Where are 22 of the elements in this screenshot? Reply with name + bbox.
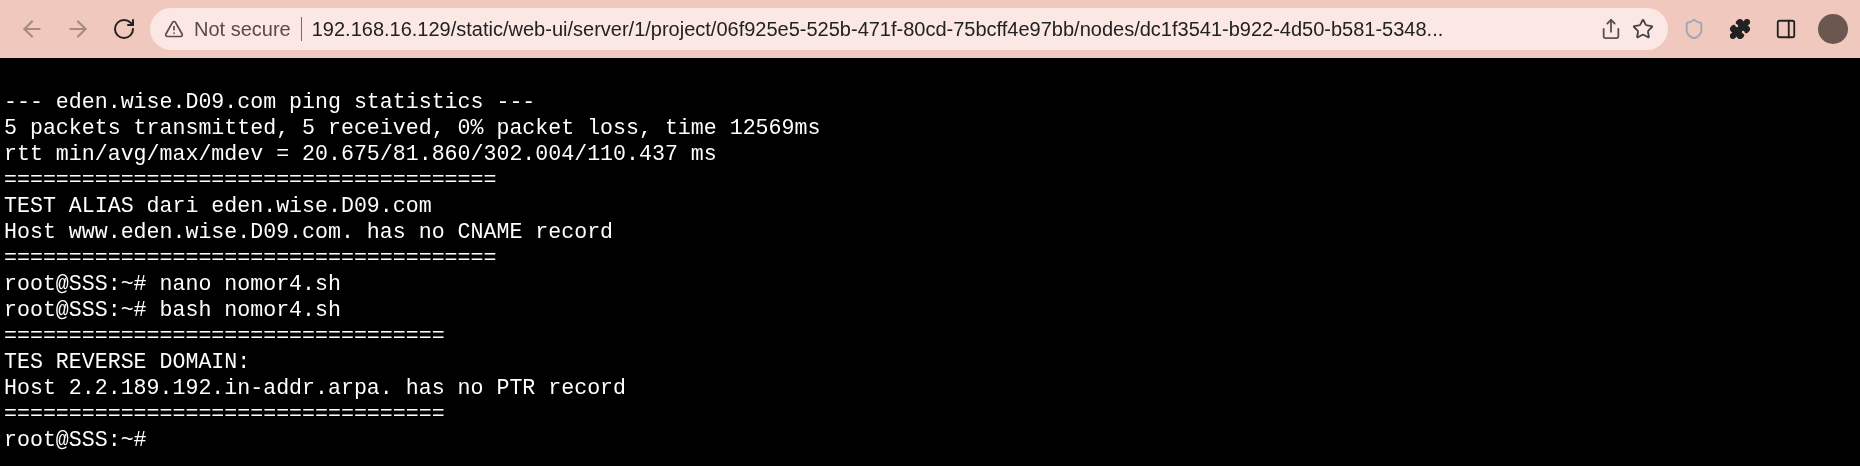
bookmark-star-icon[interactable]: [1632, 18, 1654, 40]
terminal-line: root@SSS:~# bash nomor4.sh: [4, 297, 342, 323]
terminal-line: ==================================: [4, 401, 446, 427]
address-bar[interactable]: Not secure 192.168.16.129/static/web-ui/server/1/project/06f925e5-525b-471f-80cd-75bcff4e97bb/nodes/dc1f3541-b922-4d50-b581-5348...: [150, 8, 1668, 50]
terminal-line: TES REVERSE DOMAIN:: [4, 349, 252, 375]
security-label: Not secure: [194, 17, 291, 41]
terminal-line: 5 packets transmitted, 5 received, 0% packet loss, time 12569ms: [4, 115, 822, 141]
terminal-line: ======================================: [4, 245, 498, 271]
url-text: 192.168.16.129/static/web-ui/server/1/project/06f925e5-525b-471f-80cd-75bcff4e97bb/nodes/dc1f3541-b922-4d50-b581-5348...: [311, 17, 1445, 41]
terminal-line: --- eden.wise.D09.com ping statistics ---: [4, 89, 537, 115]
terminal-line: Host 2.2.189.192.in-addr.arpa. has no PTR record: [4, 375, 627, 401]
terminal-line: ==================================: [4, 323, 446, 349]
terminal-line: ======================================: [4, 167, 498, 193]
warning-icon: [164, 19, 184, 39]
reload-icon: [112, 17, 136, 41]
terminal-line: Host www.eden.wise.D09.com. has no CNAME record: [4, 219, 615, 245]
profile-avatar[interactable]: [1818, 14, 1848, 44]
terminal-line: root@SSS:~# nano nomor4.sh: [4, 271, 342, 297]
terminal-line: rtt min/avg/max/mdev = 20.675/81.860/302.004/110.437 ms: [4, 141, 718, 167]
terminal-line: root@SSS:~#: [4, 427, 148, 453]
share-icon[interactable]: [1600, 18, 1622, 40]
terminal-line: TEST ALIAS dari eden.wise.D09.com: [4, 193, 433, 219]
